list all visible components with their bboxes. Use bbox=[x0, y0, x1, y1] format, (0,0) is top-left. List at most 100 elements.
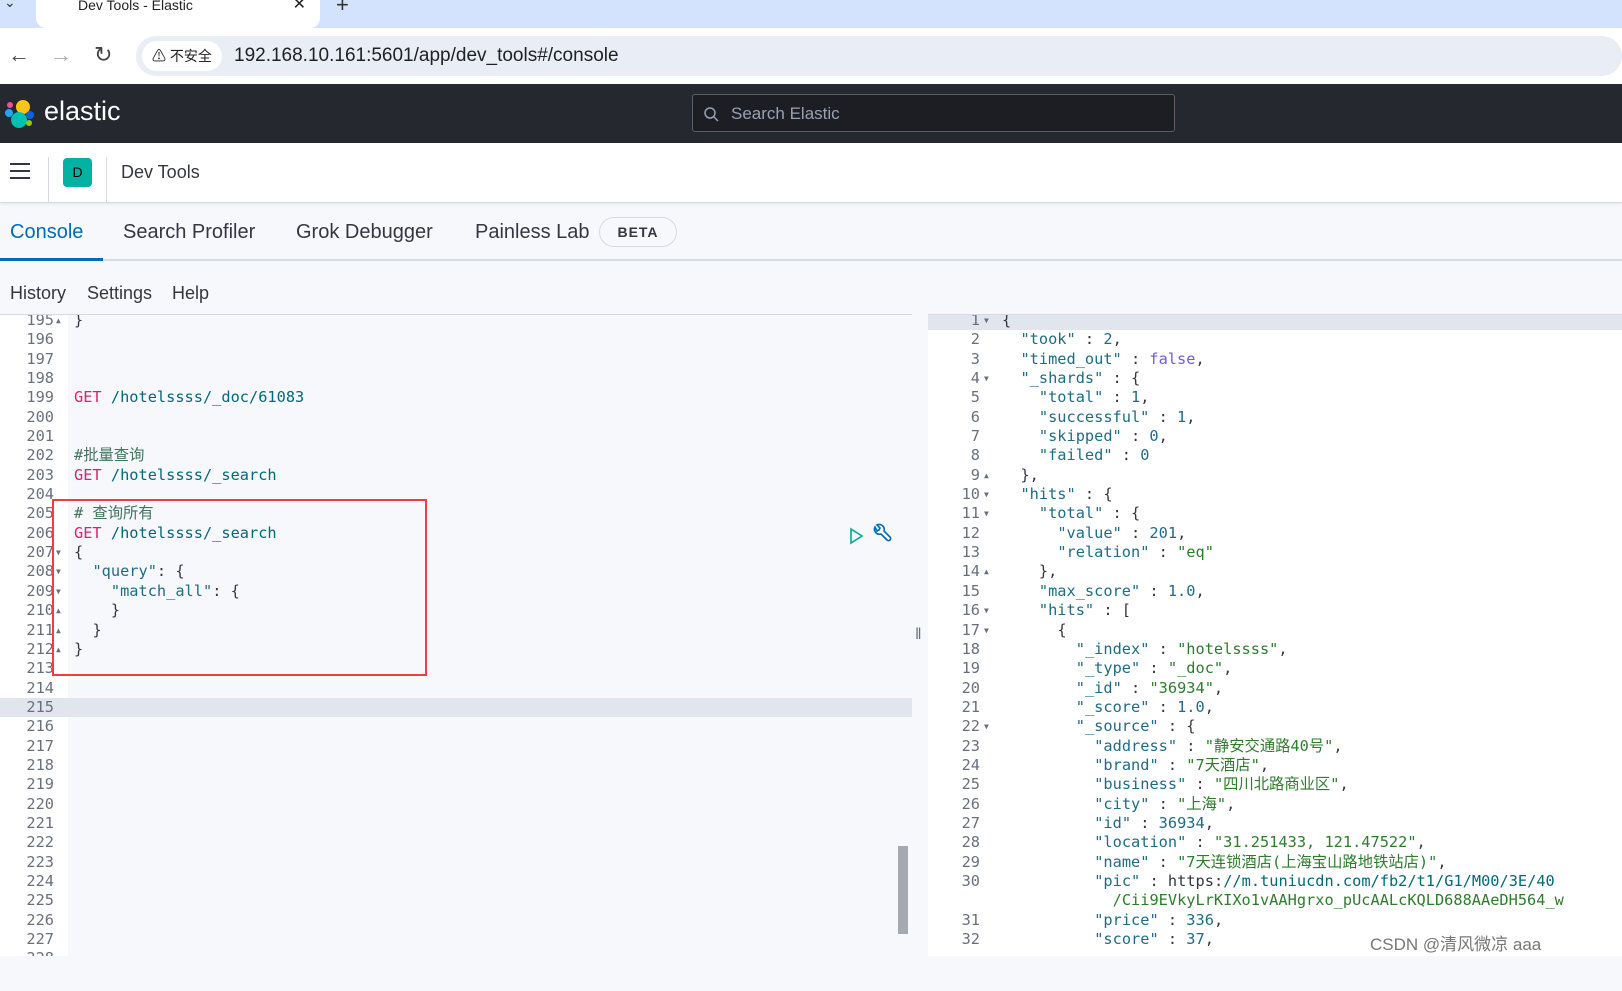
fold-down-icon: ▼ bbox=[984, 625, 989, 635]
string-token: "静安交通路40号" bbox=[1204, 736, 1334, 755]
new-tab-icon[interactable]: + bbox=[336, 0, 349, 18]
forward-icon[interactable]: → bbox=[50, 42, 72, 68]
tab-search-profiler[interactable]: Search Profiler bbox=[123, 221, 255, 244]
back-icon[interactable]: ← bbox=[8, 42, 30, 68]
line-number: 212 bbox=[26, 639, 54, 658]
punct-token bbox=[1131, 446, 1140, 464]
editor-line: 218 bbox=[0, 756, 912, 775]
line-number: 16 bbox=[961, 601, 980, 620]
punct-token bbox=[1030, 814, 1039, 832]
line-number: 208 bbox=[26, 562, 54, 581]
editor-line: 217 bbox=[0, 737, 912, 756]
key-token: "total" bbox=[1038, 504, 1104, 523]
output-line: 9 ▲ }, bbox=[928, 466, 1622, 485]
line-code: "_id" : "36934", bbox=[1002, 679, 1223, 698]
output-line: 19 "_type" : "_doc", bbox=[928, 659, 1622, 678]
punct-token bbox=[1122, 369, 1131, 387]
punct-token bbox=[1122, 504, 1131, 522]
punct-token: : bbox=[1149, 543, 1168, 562]
punct-token bbox=[1057, 872, 1066, 890]
fold-down-icon: ▼ bbox=[984, 490, 989, 500]
breadcrumb-dev-tools[interactable]: Dev Tools bbox=[121, 162, 200, 183]
line-code: "business" : "四川北路商业区", bbox=[1002, 775, 1348, 794]
punct-token bbox=[1076, 775, 1085, 793]
menu-history[interactable]: History bbox=[10, 283, 66, 304]
wrench-icon[interactable] bbox=[871, 523, 893, 545]
editor-scrollbar[interactable] bbox=[898, 846, 908, 934]
tab-painless-lab[interactable]: Painless Lab bbox=[475, 221, 590, 244]
browser-tab-strip: ⌄ Dev Tools - Elastic ✕ + bbox=[0, 0, 1622, 28]
punct-token: , bbox=[1204, 697, 1214, 716]
line-number: 20 bbox=[961, 678, 980, 697]
method-token: GET bbox=[74, 388, 102, 407]
line-number: 228 bbox=[0, 949, 54, 956]
punct-token bbox=[1048, 659, 1057, 677]
security-indicator[interactable]: ⚠ 不安全 bbox=[142, 41, 222, 71]
key-token: "failed" bbox=[1038, 446, 1113, 465]
line-code: }, bbox=[1002, 466, 1038, 485]
punct-token bbox=[1030, 911, 1039, 929]
punct-token: : bbox=[1158, 910, 1178, 929]
punct-token bbox=[1067, 891, 1076, 909]
line-code: "hits" : { bbox=[1002, 485, 1112, 504]
output-line: 8 "failed" : 0 bbox=[928, 446, 1622, 465]
punct-token bbox=[1039, 640, 1048, 658]
beta-badge: BETA bbox=[599, 217, 677, 247]
punct-token bbox=[1039, 872, 1048, 890]
punct-token bbox=[1039, 756, 1048, 774]
punct-token bbox=[1020, 582, 1029, 600]
editor-line: 200 bbox=[0, 408, 912, 427]
editor-line: 225 bbox=[0, 891, 912, 910]
output-line: 29 "name" : "7天连锁酒店(上海宝山路地铁站店)", bbox=[928, 853, 1622, 872]
panel-resize-handle[interactable]: ‖ bbox=[915, 626, 922, 644]
punct-token bbox=[1057, 640, 1066, 658]
close-tab-icon[interactable]: ✕ bbox=[293, 0, 306, 13]
punct-token bbox=[1076, 833, 1085, 851]
punct-token bbox=[1057, 775, 1066, 793]
menu-help[interactable]: Help bbox=[172, 283, 209, 304]
punct-token: { bbox=[1186, 717, 1196, 736]
search-input[interactable]: Search Elastic bbox=[692, 94, 1175, 132]
punct-token bbox=[1020, 814, 1029, 832]
output-line: 2 "took" : 2, bbox=[928, 330, 1622, 349]
punct-token bbox=[1048, 775, 1057, 793]
punct-token bbox=[1039, 698, 1048, 716]
punct-token bbox=[1140, 350, 1149, 368]
menu-icon[interactable] bbox=[10, 163, 30, 184]
play-icon[interactable] bbox=[847, 527, 865, 545]
punct-token: , bbox=[1186, 407, 1196, 426]
line-code: "value" : 201, bbox=[1002, 524, 1186, 543]
elastic-logo-icon[interactable] bbox=[4, 98, 36, 130]
menu-settings[interactable]: Settings bbox=[87, 283, 152, 304]
punct-token bbox=[1030, 504, 1039, 522]
punct-token bbox=[1020, 504, 1029, 522]
editor-line: 198 bbox=[0, 369, 912, 388]
browser-tab[interactable]: Dev Tools - Elastic ✕ bbox=[36, 0, 320, 28]
punct-token bbox=[1168, 408, 1177, 426]
address-bar[interactable]: ⚠ 不安全 192.168.10.161:5601/app/dev_tools#… bbox=[136, 36, 1622, 76]
punct-token bbox=[1113, 601, 1122, 619]
punct-token bbox=[1085, 911, 1094, 929]
key-token: "successful" bbox=[1038, 407, 1150, 426]
line-code: }, bbox=[1002, 562, 1057, 581]
punct-token: : bbox=[1121, 349, 1141, 368]
punct-token: , bbox=[1112, 330, 1122, 349]
reload-icon[interactable]: ↻ bbox=[94, 42, 112, 68]
tab-grok-debugger[interactable]: Grok Debugger bbox=[296, 221, 433, 244]
space-avatar[interactable]: D bbox=[63, 158, 92, 187]
tab-console[interactable]: Console bbox=[10, 221, 83, 244]
breadcrumb-bar: D Dev Tools bbox=[0, 143, 1622, 203]
punct-token: , bbox=[1278, 639, 1288, 658]
url-text[interactable]: 192.168.10.161:5601/app/dev_tools#/conso… bbox=[234, 45, 619, 67]
line-number: 227 bbox=[26, 930, 54, 948]
punct-token bbox=[1002, 698, 1011, 716]
punct-token bbox=[1159, 582, 1168, 600]
punct-token bbox=[1067, 640, 1076, 658]
editor-line: 201 bbox=[0, 427, 912, 446]
punct-token bbox=[1002, 833, 1011, 851]
punct-token: : bbox=[1140, 581, 1159, 600]
punct-token bbox=[1002, 814, 1011, 832]
tab-search-chevron-icon[interactable]: ⌄ bbox=[4, 0, 16, 11]
line-number: 213 bbox=[26, 659, 54, 678]
string-token: "eq" bbox=[1177, 543, 1214, 562]
